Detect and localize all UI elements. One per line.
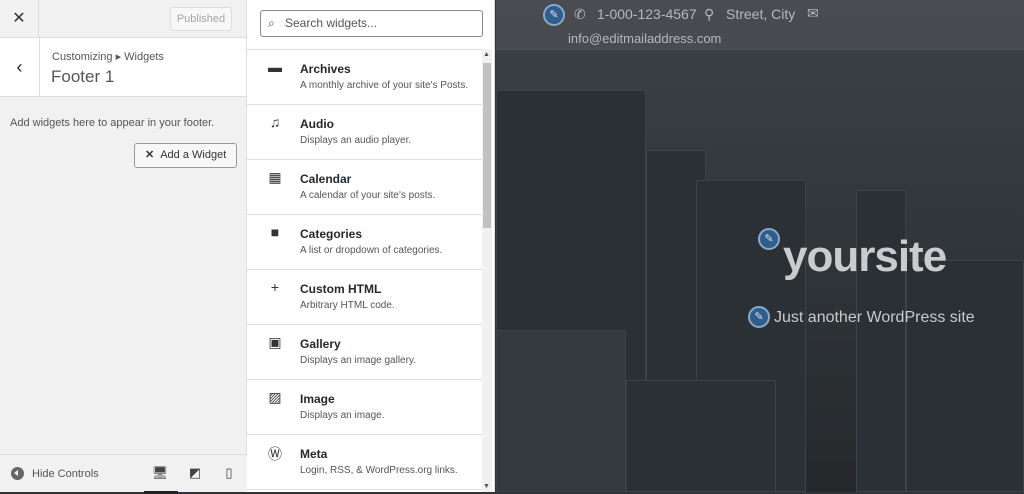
- location-icon: ⚲: [704, 6, 715, 22]
- tablet-preview-button[interactable]: ◩: [186, 465, 204, 481]
- widget-name: Custom HTML: [300, 282, 382, 296]
- desktop-preview-button[interactable]: 🖥: [144, 465, 178, 494]
- widget-description: A monthly archive of your site's Posts.: [300, 80, 469, 91]
- widget-name: Categories: [300, 227, 363, 241]
- widget-icon: ▨: [268, 389, 282, 405]
- edit-tagline-pencil-icon[interactable]: ✎: [748, 306, 770, 328]
- edit-site-title-pencil-icon[interactable]: ✎: [758, 228, 780, 250]
- widget-name: Audio: [300, 117, 334, 131]
- address-text: Street, City: [726, 6, 796, 22]
- collapse-icon: [11, 467, 24, 480]
- back-button[interactable]: ‹: [0, 38, 40, 97]
- available-widgets-panel: ⌕ Search widgets... ▬ Archives A monthly ar…: [247, 0, 495, 492]
- search-placeholder: Search widgets...: [285, 16, 378, 30]
- section-header: ‹ Customizing ▸ Widgets Footer 1: [0, 38, 246, 97]
- widget-item-meta[interactable]: Ⓦ Meta Login, RSS, & WordPress.org links.: [247, 435, 482, 490]
- site-tagline: Just another WordPress site: [774, 309, 975, 326]
- widget-description: A list or dropdown of categories.: [300, 245, 443, 256]
- widget-name: Calendar: [300, 172, 352, 186]
- widget-description: Displays an image.: [300, 410, 385, 421]
- widget-description: Login, RSS, & WordPress.org links.: [300, 465, 458, 476]
- widget-name: Gallery: [300, 337, 341, 351]
- scrollbar-thumb[interactable]: [483, 63, 491, 228]
- widget-icon: Ⓦ: [268, 446, 282, 462]
- scrollbar[interactable]: ▲ ▼: [482, 49, 492, 492]
- widget-item-custom-html[interactable]: + Custom HTML Arbitrary HTML code.: [247, 270, 482, 325]
- widget-description: Displays an audio player.: [300, 135, 412, 146]
- customizer-header: ✕ Published: [0, 0, 246, 38]
- section-description: Add widgets here to appear in your foote…: [10, 117, 215, 129]
- widget-icon: ▬: [268, 59, 282, 75]
- add-widget-label: Add a Widget: [160, 149, 227, 161]
- widget-list: ▬ Archives A monthly archive of your site'…: [247, 49, 482, 490]
- search-widgets-input[interactable]: ⌕ Search widgets...: [260, 10, 483, 37]
- mobile-preview-button[interactable]: ▯: [220, 465, 238, 481]
- add-widget-button[interactable]: ✕ Add a Widget: [134, 143, 237, 168]
- widget-item-calendar[interactable]: ▦ Calendar A calendar of your site's posts…: [247, 160, 482, 215]
- widget-item-image[interactable]: ▨ Image Displays an image.: [247, 380, 482, 435]
- site-title[interactable]: yoursite: [783, 232, 947, 282]
- phone-text: 1-000-123-4567: [597, 6, 697, 22]
- widget-item-audio[interactable]: ♫ Audio Displays an audio player.: [247, 105, 482, 160]
- widget-icon: ▦: [268, 169, 282, 185]
- widget-item-archives[interactable]: ▬ Archives A monthly archive of your site'…: [247, 50, 482, 105]
- hide-controls-label: Hide Controls: [32, 467, 99, 480]
- customizer-sidebar: ✕ Published ‹ Customizing ▸ Widgets Foot…: [0, 0, 247, 494]
- widget-icon: ■: [270, 224, 280, 240]
- widget-icon: ♫: [269, 114, 281, 130]
- phone-icon: ✆: [574, 6, 586, 22]
- widget-name: Meta: [300, 447, 328, 461]
- breadcrumb: Customizing ▸ Widgets: [52, 51, 164, 63]
- site-preview: ✎ ✆ 1-000-123-4567 ⚲ Street, City ✉ info…: [496, 0, 1024, 492]
- widget-name: Archives: [300, 62, 351, 76]
- search-icon: ⌕: [268, 16, 275, 30]
- edit-contact-pencil-icon[interactable]: ✎: [543, 4, 565, 26]
- widget-name: Image: [300, 392, 335, 406]
- email-text: info@editmailaddress.com: [568, 31, 722, 46]
- widget-description: Arbitrary HTML code.: [300, 300, 395, 311]
- widget-description: A calendar of your site's posts.: [300, 190, 436, 201]
- mail-icon: ✉: [807, 5, 819, 21]
- widget-item-categories[interactable]: ■ Categories A list or dropdown of categor…: [247, 215, 482, 270]
- widget-icon: +: [270, 279, 280, 295]
- close-icon: ✕: [145, 149, 155, 161]
- hide-controls-button[interactable]: Hide Controls: [11, 467, 99, 480]
- published-button[interactable]: Published: [170, 7, 232, 31]
- widget-item-gallery[interactable]: ▣ Gallery Displays an image gallery.: [247, 325, 482, 380]
- section-title: Footer 1: [51, 67, 115, 86]
- widget-description: Displays an image gallery.: [300, 355, 416, 366]
- widget-icon: ▣: [268, 334, 282, 350]
- close-customizer-button[interactable]: ✕: [0, 0, 39, 38]
- customizer-footer: Hide Controls 🖥 ◩ ▯: [0, 454, 247, 494]
